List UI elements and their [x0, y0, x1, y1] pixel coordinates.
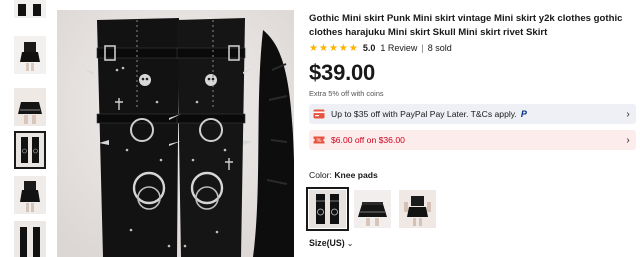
color-label: Color: Knee pads	[309, 170, 378, 180]
coupon-icon: %	[313, 134, 325, 146]
color-swatches	[306, 187, 436, 231]
chevron-down-icon: ⌄	[346, 238, 354, 248]
thumbnail-4[interactable]	[14, 176, 46, 214]
star-icon: ★	[318, 42, 328, 54]
coins-discount-note: Extra 5% off with coins	[309, 89, 384, 98]
product-title: Gothic Mini skirt Punk Mini skirt vintag…	[309, 13, 623, 38]
star-icon: ★	[348, 42, 358, 54]
paypal-promo-text: Up to $35 off with PayPal Pay Later. T&C…	[331, 109, 622, 119]
color-label-prefix: Color:	[309, 170, 332, 180]
chevron-right-icon: ›	[626, 134, 630, 146]
thumbnail-strip	[10, 0, 50, 257]
star-rating: ★ ★ ★ ★ ★	[309, 43, 358, 54]
thumbnail-partial[interactable]	[14, 0, 46, 18]
thumbnail-1[interactable]	[14, 36, 46, 74]
star-icon: ★	[328, 42, 338, 54]
discount-promo-text: $6.00 off on $36.00	[331, 135, 405, 145]
divider: |	[421, 43, 424, 53]
paypal-promo-label: Up to $35 off with PayPal Pay Later. T&C…	[331, 109, 517, 119]
review-count-link[interactable]: 1 Review	[380, 43, 417, 53]
rating-value: 5.0	[362, 43, 376, 53]
swatch-set[interactable]	[399, 190, 436, 228]
selected-color-value: Knee pads	[334, 170, 378, 180]
thumbnail-2[interactable]	[14, 88, 46, 126]
swatch-knee-pads[interactable]	[306, 187, 349, 231]
main-product-image[interactable]	[57, 10, 294, 257]
size-selector[interactable]: Size(US) ⌄	[309, 238, 353, 248]
swatch-skirt[interactable]	[354, 190, 391, 228]
price: $39.00	[309, 60, 376, 85]
chevron-right-icon: ›	[626, 108, 630, 120]
discount-promo-banner[interactable]: % $6.00 off on $36.00 ›	[309, 130, 636, 150]
credit-card-icon	[313, 108, 325, 120]
sold-count: 8 sold	[427, 43, 452, 53]
star-icon: ★	[309, 42, 318, 54]
rating-row: ★ ★ ★ ★ ★ 5.0 1 Review | 8 sold	[309, 42, 452, 54]
thumbnail-5[interactable]	[14, 221, 46, 257]
star-icon: ★	[338, 42, 348, 54]
svg-text:%: %	[317, 138, 322, 144]
paypal-promo-banner[interactable]: Up to $35 off with PayPal Pay Later. T&C…	[309, 104, 636, 124]
size-label: Size(US)	[309, 238, 345, 248]
thumbnail-3-selected[interactable]	[14, 131, 46, 169]
paypal-logo: P	[520, 109, 527, 119]
